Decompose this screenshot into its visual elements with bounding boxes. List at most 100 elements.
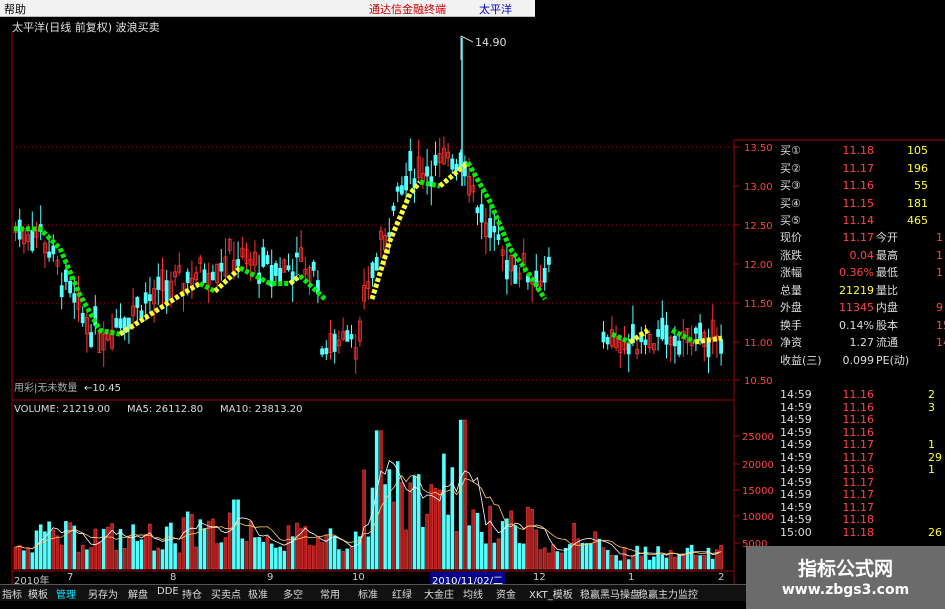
volume-bar bbox=[475, 512, 480, 570]
volume-bar bbox=[660, 554, 665, 570]
volume-bar bbox=[68, 522, 72, 570]
volume-bar bbox=[635, 545, 639, 570]
volume-bar bbox=[299, 528, 303, 570]
indicator-tab[interactable]: 稳赢主力监控 bbox=[638, 586, 698, 601]
volume-bar bbox=[618, 560, 623, 570]
volume-bar bbox=[551, 544, 555, 570]
volume-bar bbox=[143, 534, 148, 570]
indicator-tab[interactable]: 稳赢黑马操盘 bbox=[580, 586, 640, 601]
volume-bar bbox=[496, 538, 501, 570]
price-tick-label: 11.50 bbox=[744, 299, 773, 310]
volume-bar bbox=[404, 529, 408, 570]
bid-qty: 55 bbox=[914, 179, 928, 192]
indicator-tab[interactable]: DDE bbox=[157, 586, 179, 597]
volume-bar bbox=[362, 469, 366, 570]
volume-bar bbox=[316, 537, 320, 570]
candle-body bbox=[30, 229, 35, 251]
month-label: 8 bbox=[170, 572, 177, 583]
volume-bar bbox=[215, 543, 219, 570]
tick-row: 15:00 11.18 26 bbox=[778, 525, 945, 541]
wave-buy-segment bbox=[369, 180, 422, 300]
volume-bar bbox=[211, 518, 215, 570]
volume-bar bbox=[614, 555, 618, 570]
candle-body bbox=[278, 267, 283, 282]
indicator-tab[interactable]: 持仓 bbox=[182, 586, 202, 601]
volume-bar bbox=[429, 484, 434, 570]
volume-bar bbox=[341, 551, 345, 570]
month-label: 1 bbox=[628, 572, 635, 583]
volume-bar bbox=[248, 521, 253, 570]
volume-bar bbox=[408, 482, 413, 570]
indicator-tab[interactable]: 另存为 bbox=[88, 586, 118, 601]
candle-body bbox=[324, 347, 329, 355]
candle-body bbox=[286, 265, 291, 271]
volume-bar bbox=[34, 530, 39, 570]
quote-value: 15 bbox=[936, 318, 945, 332]
volume-bar bbox=[223, 537, 228, 570]
indicator-tab[interactable]: 解盘 bbox=[128, 586, 148, 601]
candle-body bbox=[68, 281, 72, 294]
candle-body bbox=[454, 163, 459, 172]
quote-key: 流通 bbox=[876, 336, 898, 349]
indicator-tab[interactable]: 模板 bbox=[28, 586, 48, 601]
candle-body bbox=[349, 334, 354, 340]
quote-key: 量比 bbox=[876, 283, 898, 297]
candle-body bbox=[605, 336, 610, 345]
quote-value: 21219 bbox=[839, 283, 874, 297]
candle-body bbox=[139, 310, 144, 319]
volume-bar bbox=[719, 545, 723, 570]
candle-body bbox=[135, 297, 140, 308]
indicator-tab[interactable]: 均线 bbox=[463, 586, 483, 601]
volume-bar bbox=[698, 555, 702, 570]
volume-bar bbox=[492, 542, 497, 570]
volume-bar bbox=[181, 517, 186, 570]
indicator-tab[interactable]: 常用 bbox=[320, 586, 340, 601]
quote-row: 现价 11.17 今开 1 bbox=[778, 230, 945, 246]
volume-bar bbox=[22, 550, 26, 570]
quote-row: 总量 21219 量比 bbox=[778, 283, 945, 299]
candle-body bbox=[265, 255, 270, 265]
indicator-tab[interactable]: 资金 bbox=[496, 586, 516, 601]
month-label: 10 bbox=[352, 572, 365, 583]
volume-bar bbox=[677, 555, 681, 570]
quote-key: 内盘 bbox=[876, 301, 898, 314]
candle-body bbox=[673, 335, 677, 347]
indicator-tab[interactable]: 大金庄 bbox=[424, 586, 454, 601]
quote-value: 9 bbox=[936, 301, 943, 314]
volume-bar bbox=[530, 508, 534, 570]
candle-body bbox=[80, 312, 85, 324]
volume-bar bbox=[332, 536, 337, 570]
indicator-tab[interactable]: 红绿 bbox=[392, 586, 412, 601]
volume-bar bbox=[320, 542, 324, 570]
candle-body bbox=[677, 340, 681, 355]
volume-bar bbox=[219, 542, 224, 570]
volume-bar bbox=[374, 430, 379, 570]
candle-body bbox=[601, 331, 606, 343]
month-label: 12 bbox=[533, 572, 546, 583]
indicator-tab[interactable]: 极准 bbox=[248, 586, 268, 601]
indicator-tab[interactable]: 标准 bbox=[358, 586, 378, 601]
volume-bar bbox=[601, 547, 606, 570]
volume-bar bbox=[89, 547, 93, 570]
indicator-tab[interactable]: 管理 bbox=[56, 586, 76, 601]
volume-bar bbox=[177, 552, 182, 570]
volume-bar bbox=[631, 555, 635, 570]
volume-bar bbox=[370, 487, 375, 570]
candle-body bbox=[475, 207, 480, 214]
volume-bar bbox=[484, 543, 488, 570]
order-book-row: 买③ 11.16 55 bbox=[778, 178, 945, 194]
candle-body bbox=[433, 154, 438, 166]
quote-row: 外盘 11345 内盘 9 bbox=[778, 300, 945, 316]
volume-axis-ticks: 250002000015000100005000 bbox=[734, 432, 774, 550]
indicator-tab[interactable]: 多空 bbox=[283, 586, 303, 601]
volume-bar bbox=[542, 547, 547, 570]
candle-body bbox=[643, 339, 648, 345]
indicator-tab[interactable]: 买卖点 bbox=[211, 586, 241, 601]
candle-body bbox=[626, 342, 631, 355]
volume-bar bbox=[647, 559, 652, 570]
indicator-tab[interactable]: XKT_模板 bbox=[529, 586, 573, 601]
volume-bar bbox=[673, 556, 677, 570]
price-axis-ticks: 13.50 13.00 12.50 12.00 11.50 11.00 10.50 bbox=[734, 143, 773, 387]
indicator-tab[interactable]: 指标 bbox=[2, 586, 22, 601]
volume-bar bbox=[26, 547, 30, 570]
